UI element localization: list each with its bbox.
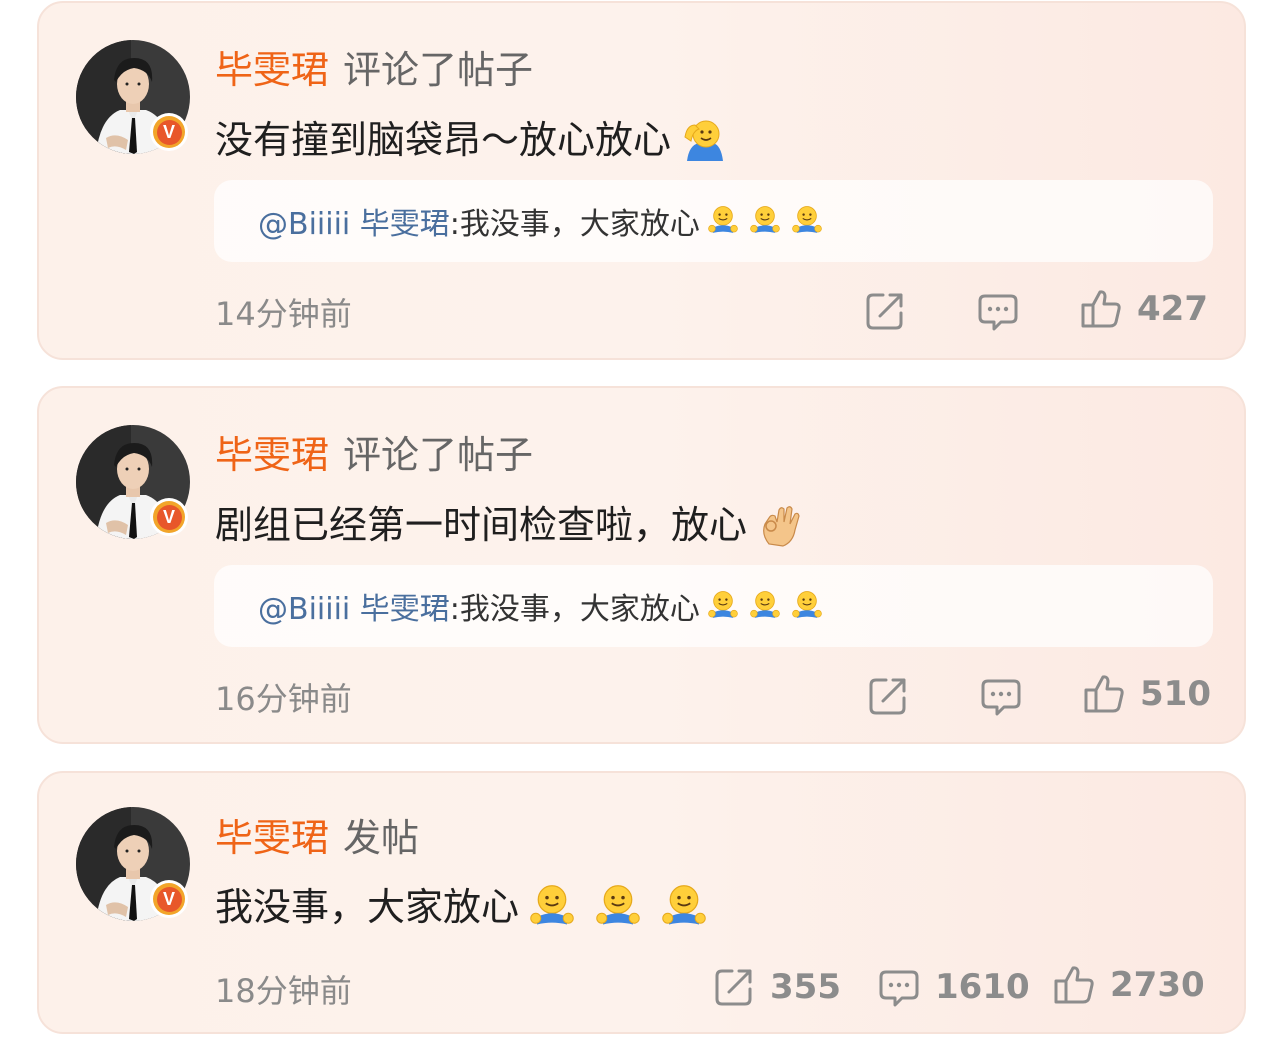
verified-badge-label: V [156,504,182,530]
comment-icon [979,674,1023,718]
share-button[interactable] [866,674,910,718]
comment-button[interactable] [976,289,1020,333]
post-text-content: 没有撞到脑袋昂～放心放心 [215,118,672,162]
post-header: 毕雯珺 发帖 [215,815,419,861]
comment-icon [877,965,921,1009]
comment-count: 1610 [935,967,1030,1007]
hug-emoji-icon [790,204,824,238]
hug-emoji-icon [527,882,577,932]
post-timestamp: 16分钟前 [215,680,352,718]
comment-button[interactable] [979,674,1023,718]
post-header: 毕雯珺 评论了帖子 [215,47,533,93]
like-icon [1079,287,1123,331]
share-icon [863,289,907,333]
post-card[interactable]: V 毕雯珺 评论了帖子 剧组已经第一时间检查啦，放心 @Biiiii 毕雯珺:我没… [37,386,1246,744]
share-button[interactable] [863,289,907,333]
post-action: 评论了帖子 [343,433,534,477]
like-button[interactable]: 427 [1079,287,1208,331]
post-text-content: 剧组已经第一时间检查啦，放心 [215,503,748,547]
post-action: 发帖 [343,816,420,860]
hug-emoji-icon [706,204,740,238]
comment-button[interactable]: 1610 [877,965,1030,1009]
post-timestamp: 18分钟前 [215,972,352,1010]
quote-author-link[interactable]: @Biiiii 毕雯珺 [258,584,450,628]
verified-badge-icon: V [150,880,188,918]
comment-icon [976,289,1020,333]
like-button[interactable]: 510 [1082,672,1211,716]
quote-text: :我没事，大家放心 [449,207,700,242]
avatar[interactable]: V [76,425,190,539]
username-link[interactable]: 毕雯珺 [215,48,329,92]
like-count: 427 [1137,289,1208,329]
post-action: 评论了帖子 [343,48,534,92]
post-text-content: 我没事，大家放心 [215,885,520,929]
share-icon [712,965,756,1009]
like-icon [1052,963,1096,1007]
username-link[interactable]: 毕雯珺 [215,816,329,860]
like-count: 2730 [1110,965,1205,1005]
quote-text: :我没事，大家放心 [449,592,700,627]
avatar[interactable]: V [76,807,190,921]
post-text: 剧组已经第一时间检查啦，放心 [215,500,805,550]
verified-badge-label: V [156,886,182,912]
post-card[interactable]: V 毕雯珺 发帖 我没事，大家放心 18分钟前 355 1610 2730 [37,771,1246,1034]
avatar[interactable]: V [76,40,190,154]
verified-badge-label: V [156,119,182,145]
like-count: 510 [1140,674,1211,714]
like-icon [1082,672,1126,716]
post-header: 毕雯珺 评论了帖子 [215,432,533,478]
share-count: 355 [770,967,841,1007]
share-button[interactable]: 355 [712,965,841,1009]
post-text: 我没事，大家放心 [215,882,709,932]
ok-hand-emoji-icon [755,500,805,550]
post-timestamp: 14分钟前 [215,295,352,333]
quoted-post[interactable]: @Biiiii 毕雯珺:我没事，大家放心 [214,180,1213,262]
post-text: 没有撞到脑袋昂～放心放心 [215,115,729,165]
quoted-post[interactable]: @Biiiii 毕雯珺:我没事，大家放心 [214,565,1213,647]
username-link[interactable]: 毕雯珺 [215,433,329,477]
verified-badge-icon: V [150,498,188,536]
share-icon [866,674,910,718]
hug-emoji-icon [659,882,709,932]
hug-emoji-icon [790,589,824,623]
hug-emoji-icon [748,204,782,238]
hug-emoji-icon [593,882,643,932]
quote-author-link[interactable]: @Biiiii 毕雯珺 [258,199,450,243]
verified-badge-icon: V [150,113,188,151]
hug-emoji-icon [748,589,782,623]
hug-emoji-icon [706,589,740,623]
salute-emoji-icon [679,115,729,165]
post-card[interactable]: V 毕雯珺 评论了帖子 没有撞到脑袋昂～放心放心 @Biiiii 毕雯珺:我没事，… [37,1,1246,360]
like-button[interactable]: 2730 [1052,963,1205,1007]
